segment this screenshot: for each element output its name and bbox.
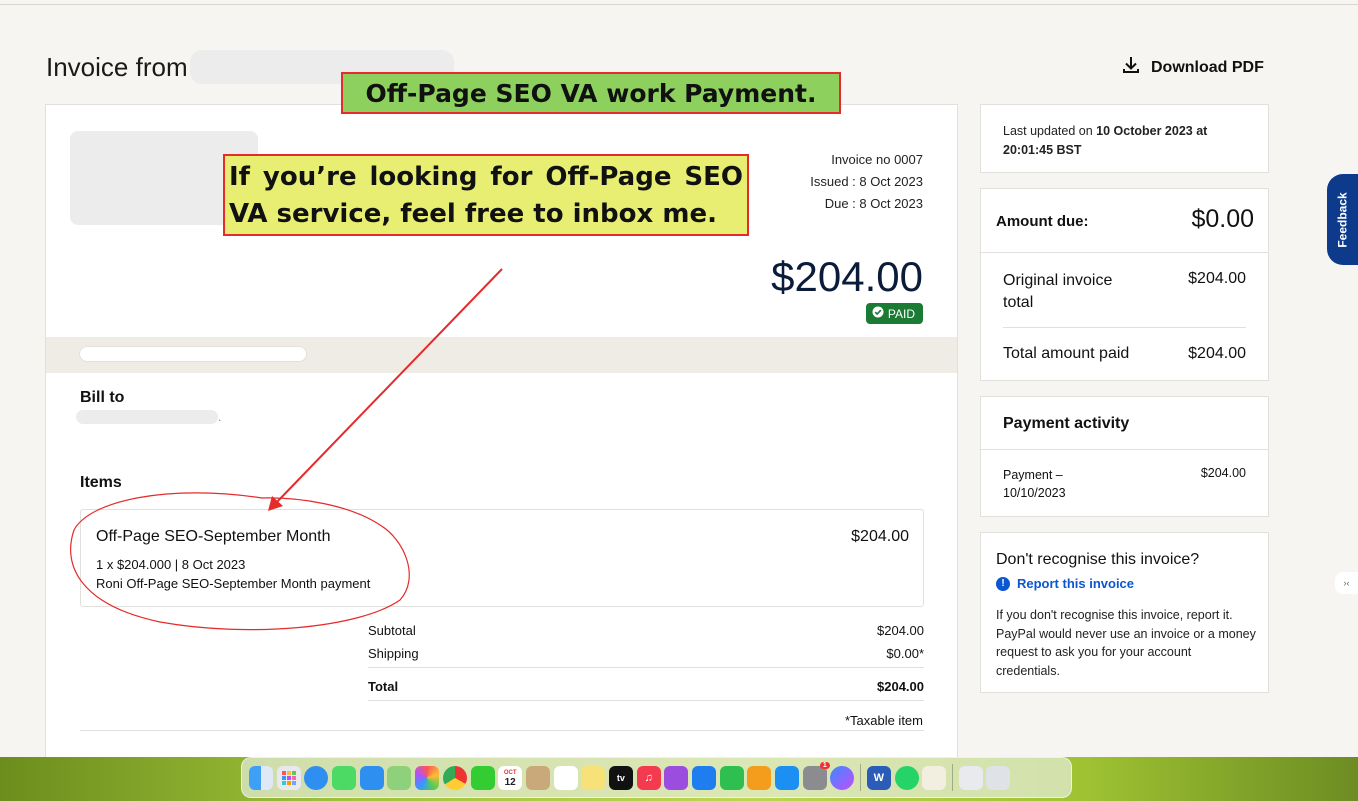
invoice-meta: Invoice no 0007 Issued : 8 Oct 2023 Due …	[810, 149, 923, 215]
downloads-icon[interactable]	[958, 765, 983, 790]
bill-to-suffix: .	[218, 410, 222, 424]
last-updated-panel: Last updated on 10 October 2023 at 20:01…	[980, 104, 1269, 173]
taxable-note: *Taxable item	[844, 713, 923, 728]
total-value: $204.00	[877, 679, 924, 694]
redacted-bill-to	[76, 410, 218, 424]
photos-icon[interactable]	[415, 765, 440, 790]
calendar-icon[interactable]: OCT 12	[498, 765, 523, 790]
apple-tv-icon[interactable]: tv	[608, 765, 633, 790]
page-title-text: Invoice from	[46, 51, 188, 82]
payment-entry-label: Payment – 10/10/2023	[1003, 468, 1066, 500]
shipping-value: $0.00*	[886, 646, 924, 661]
card-bottom-divider	[80, 730, 924, 731]
notification-badge: 1	[819, 761, 830, 769]
totals-divider-bottom	[368, 700, 924, 701]
last-updated-prefix: Last updated on	[1003, 124, 1093, 138]
reminders-icon[interactable]	[553, 765, 578, 790]
invoice-due: Due : 8 Oct 2023	[824, 196, 923, 211]
status-badge: PAID	[865, 303, 923, 324]
total-paid-value: $204.00	[1188, 345, 1246, 362]
numbers-icon[interactable]	[719, 765, 744, 790]
dock: OCT 12 tv ♫ 1 W	[241, 757, 1072, 798]
launchpad-icon[interactable]	[276, 765, 301, 790]
word-icon[interactable]: W	[866, 765, 891, 790]
redacted-info	[79, 346, 307, 362]
payment-activity-title: Payment activity	[1003, 415, 1130, 432]
download-pdf-button[interactable]: Download PDF	[1121, 55, 1264, 80]
recognise-body: If you don't recognise this invoice, rep…	[996, 608, 1256, 678]
amount-due-label: Amount due:	[996, 213, 1089, 230]
report-invoice-label: Report this invoice	[1017, 576, 1135, 591]
invoice-total-amount: $204.00	[771, 253, 923, 300]
keynote-icon[interactable]	[692, 765, 716, 790]
finder-icon[interactable]	[249, 765, 273, 790]
amount-rows-divider	[1003, 327, 1246, 328]
app-store-icon[interactable]	[775, 765, 800, 790]
total-paid-label: Total amount paid	[1003, 345, 1130, 362]
annotation-banner-message: If you’re looking for Off-Page SEO VA se…	[223, 154, 749, 236]
feedback-tab[interactable]: Feedback	[1327, 174, 1358, 265]
info-band	[46, 337, 957, 373]
top-divider	[0, 4, 1358, 5]
item-price: $204.00	[851, 528, 909, 545]
original-total-label: Original invoice total	[1003, 272, 1113, 311]
amount-due-divider	[981, 252, 1268, 253]
maps-icon[interactable]	[387, 765, 412, 790]
download-icon	[1121, 55, 1141, 80]
item-name: Off-Page SEO-September Month	[96, 528, 331, 545]
list-item: Off-Page SEO-September Month $204.00 1 x…	[80, 509, 924, 607]
system-settings-icon[interactable]: 1	[802, 761, 830, 790]
chrome-icon[interactable]	[442, 765, 467, 790]
recognise-invoice-panel: Don't recognise this invoice? ! Report t…	[980, 532, 1269, 693]
feedback-label: Feedback	[1335, 191, 1350, 248]
notes-icon[interactable]	[581, 765, 606, 790]
payment-entry-value: $204.00	[1200, 466, 1246, 480]
dock-separator-2	[951, 764, 953, 791]
download-pdf-label: Download PDF	[1151, 58, 1264, 76]
invoice-number: Invoice no 0007	[831, 152, 923, 167]
collapse-side-icon[interactable]: ›‹	[1335, 572, 1358, 594]
dock-separator	[860, 764, 862, 791]
amount-due-panel: Amount due: $0.00 Original invoice total…	[980, 188, 1269, 381]
podcasts-icon[interactable]	[664, 765, 689, 790]
safari-icon[interactable]	[304, 765, 329, 790]
report-invoice-link[interactable]: ! Report this invoice	[996, 576, 1134, 591]
shipping-row: Shipping $0.00*	[368, 646, 924, 661]
total-row: Total $204.00	[368, 679, 924, 694]
messages-icon[interactable]	[332, 765, 357, 790]
recognise-title: Don't recognise this invoice?	[996, 551, 1200, 568]
facetime-icon[interactable]	[470, 765, 495, 790]
mail-icon[interactable]	[359, 765, 384, 790]
item-quantity-detail: 1 x $204.000 | 8 Oct 2023	[96, 557, 246, 572]
subtotal-row: Subtotal $204.00	[368, 623, 924, 638]
invoice-issued: Issued : 8 Oct 2023	[810, 174, 923, 189]
trash-icon[interactable]	[986, 765, 1011, 790]
amount-due-value: $0.00	[1191, 205, 1254, 233]
whatsapp-icon[interactable]	[894, 765, 919, 790]
pages-icon[interactable]	[747, 765, 772, 790]
items-heading: Items	[80, 474, 122, 491]
messenger-icon[interactable]	[830, 765, 855, 790]
total-label: Total	[368, 679, 399, 694]
subtotal-value: $204.00	[877, 623, 924, 638]
payment-activity-divider	[981, 449, 1268, 450]
bill-to-heading: Bill to	[80, 389, 125, 406]
info-icon: !	[996, 576, 1010, 591]
original-total-value: $204.00	[1188, 270, 1246, 287]
shipping-label: Shipping	[368, 646, 419, 661]
textedit-icon[interactable]	[922, 765, 947, 790]
check-circle-icon	[872, 306, 884, 321]
subtotal-label: Subtotal	[368, 623, 416, 638]
item-description: Roni Off-Page SEO-September Month paymen…	[96, 576, 371, 591]
music-icon[interactable]: ♫	[636, 765, 661, 790]
contacts-icon[interactable]	[525, 765, 550, 790]
status-badge-label: PAID	[887, 306, 915, 321]
payment-activity-panel: Payment activity Payment – 10/10/2023 $2…	[980, 396, 1269, 517]
annotation-banner-title: Off-Page SEO VA work Payment.	[341, 72, 841, 114]
totals-divider	[368, 667, 924, 668]
calendar-day: 12	[504, 776, 516, 788]
